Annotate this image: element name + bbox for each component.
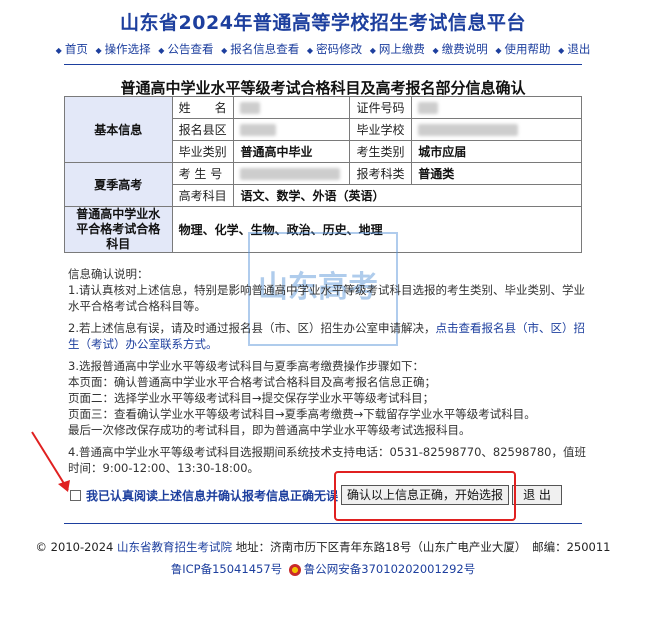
exam-type-label: 考生类别 — [349, 140, 413, 163]
footer-line-2: 鲁ICP备15041457号 鲁公网安备37010202001292号 — [0, 561, 646, 577]
gaokao-subjects-label: 高考科目 — [171, 184, 235, 207]
nav-item-help[interactable]: ◆ 使用帮助 — [494, 42, 551, 56]
school-value — [411, 118, 582, 141]
nav-item-logout[interactable]: ◆ 退出 — [557, 42, 591, 56]
subject-type-value: 普通类 — [411, 162, 582, 185]
footer-divider — [64, 523, 582, 524]
nav-item-registration-info[interactable]: ◆ 报名信息查看 — [220, 42, 300, 56]
nav-item-announcements[interactable]: ◆ 公告查看 — [157, 42, 214, 56]
note-1: 1.请认真核对上述信息，特别是影响普通高中学业水平等级考试科目选报的考生类别、毕… — [68, 283, 585, 313]
note-3-step-1: 本页面：确认普通高中学业水平合格考试合格科目及高考报名信息正确； — [68, 375, 436, 389]
diamond-icon: ◆ — [306, 46, 314, 55]
county-label: 报名县区 — [171, 118, 235, 141]
agree-checkbox[interactable] — [70, 490, 81, 501]
copyright-text: © 2010-2024 — [35, 540, 114, 554]
subject-type-label: 报考科类 — [349, 162, 413, 185]
note-2: 2.若上述信息有误，请及时通过报名县（市、区）招生办公室申请解决，点击查看报名县… — [68, 321, 585, 351]
notes-title: 信息确认说明： — [68, 267, 149, 281]
section-summer-gaokao: 夏季高考 — [64, 162, 173, 207]
police-badge-icon — [288, 563, 301, 576]
diamond-icon: ◆ — [495, 46, 502, 55]
police-record-link[interactable]: 鲁公网安备37010202001292号 — [304, 562, 475, 576]
diamond-icon: ◆ — [158, 46, 165, 55]
nav-item-payment-help[interactable]: ◆ 缴费说明 — [432, 42, 489, 56]
confirm-start-button[interactable]: 确认以上信息正确，开始选报 — [341, 485, 509, 505]
exam-no-label: 考 生 号 — [171, 162, 235, 185]
diamond-icon: ◆ — [221, 46, 228, 55]
notes-section: 信息确认说明： 1.请认真核对上述信息，特别是影响普通高中学业水平等级考试科目选… — [68, 266, 588, 476]
nav-item-home[interactable]: ◆ 首页 — [55, 42, 89, 56]
grad-type-value: 普通高中毕业 — [233, 140, 351, 163]
note-3-step-3: 页面三：查看确认学业水平等级考试科目→夏季高考缴费→下载留存学业水平等级考试科目… — [68, 407, 536, 421]
note-3-title: 3.选报普通高中学业水平等级考试科目与夏季高考缴费操作步骤如下： — [68, 359, 424, 373]
section-level-exam: 普通高中学业水平合格考试合格科目 — [64, 206, 173, 253]
nav-item-payment[interactable]: ◆ 网上缴费 — [369, 42, 426, 56]
level-subjects-value: 物理、化学、生物、政治、历史、地理 — [171, 206, 583, 253]
org-link[interactable]: 山东省教育招生考试院 — [117, 540, 232, 554]
header-divider — [64, 64, 582, 65]
top-nav: ◆ 首页 ◆ 操作选择 ◆ 公告查看 ◆ 报名信息查看 ◆ 密码修改 ◆ 网上缴费 ◆ 缴费说… — [0, 41, 646, 57]
agree-label: 我已认真阅读上述信息并确认报考信息正确无误 — [86, 489, 339, 503]
section-basic-info: 基本信息 — [64, 96, 173, 163]
diamond-icon: ◆ — [369, 46, 376, 55]
diamond-icon: ◆ — [95, 46, 102, 55]
site-title: 山东省2024年普通高等学校招生考试信息平台 — [120, 12, 526, 34]
footer-line-1: © 2010-2024 山东省教育招生考试院 地址：济南市历下区青年东路18号（… — [0, 539, 646, 555]
page-title: 普通高中学业水平等级考试合格科目及高考报名部分信息确认 — [120, 79, 526, 97]
grad-type-label: 毕业类别 — [171, 140, 235, 163]
note-3-step-4: 最后一次修改保存成功的考试科目，即为普通高中学业水平等级考试选报科目。 — [68, 423, 471, 437]
address-text: 地址：济南市历下区青年东路18号（山东广电产业大厦） 邮编：250011 — [235, 540, 611, 554]
note-4: 4.普通高中学业水平等级考试科目选报期间系统技术支持电话：0531-825987… — [68, 445, 586, 475]
county-value — [233, 118, 351, 141]
agree-checkbox-row[interactable]: 我已认真阅读上述信息并确认报考信息正确无误 — [70, 487, 338, 504]
info-table: 基本信息 姓 名 证件号码 报名县区 毕业学校 毕业类别 普通高中毕业 考生类别… — [64, 96, 583, 253]
exam-no-value — [233, 162, 351, 185]
cert-value — [411, 96, 582, 119]
gaokao-subjects-value: 语文、数学、外语（英语） — [233, 184, 582, 207]
diamond-icon: ◆ — [432, 46, 439, 55]
diamond-icon: ◆ — [558, 46, 565, 55]
icp-link[interactable]: 鲁ICP备15041457号 — [171, 562, 282, 576]
nav-item-password[interactable]: ◆ 密码修改 — [306, 42, 363, 56]
exam-type-value: 城市应届 — [411, 140, 582, 163]
nav-item-operation[interactable]: ◆ 操作选择 — [94, 42, 151, 56]
cert-label: 证件号码 — [349, 96, 413, 119]
exit-button[interactable]: 退 出 — [512, 485, 562, 505]
name-label: 姓 名 — [171, 96, 235, 119]
name-value — [233, 96, 351, 119]
diamond-icon: ◆ — [55, 46, 62, 55]
note-3-step-2: 页面二：选择学业水平等级考试科目→提交保存学业水平等级考试科目； — [68, 391, 435, 405]
school-label: 毕业学校 — [349, 118, 413, 141]
